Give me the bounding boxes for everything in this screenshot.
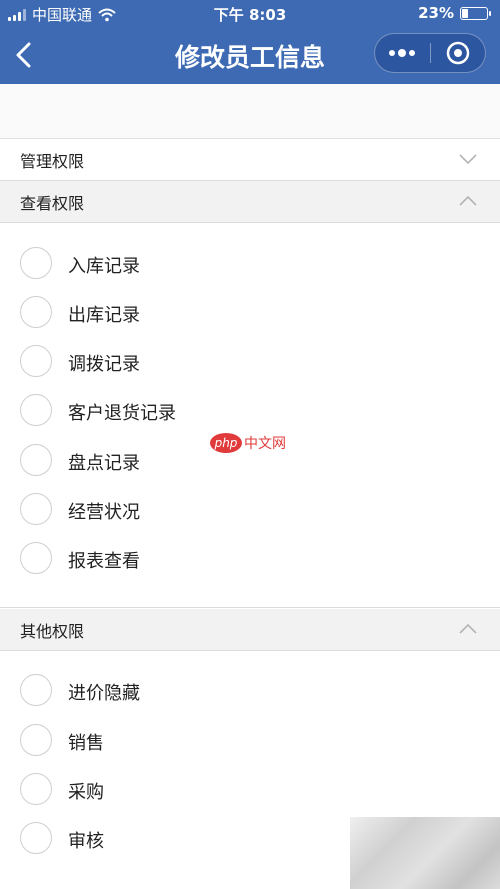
nav-bar: 修改员工信息 [0, 26, 500, 84]
section-title: 管理权限 [20, 151, 85, 171]
target-circle-icon [446, 41, 469, 65]
radio-button[interactable] [20, 773, 52, 805]
option-inbound-records[interactable]: 入库记录 [0, 239, 500, 287]
more-dots-icon [389, 49, 416, 57]
radio-button[interactable] [20, 493, 52, 525]
watermark: php 中文网 [210, 433, 286, 453]
status-right: 23% [418, 4, 491, 22]
option-business-status[interactable]: 经营状况 [0, 485, 500, 533]
watermark-logo: php [210, 433, 242, 453]
option-label: 出库记录 [68, 305, 140, 326]
battery-fill [462, 8, 468, 18]
top-spacer [0, 84, 500, 139]
option-report-view[interactable]: 报表查看 [0, 534, 500, 582]
mini-program-capsule [374, 33, 486, 73]
chevron-down-icon [459, 154, 477, 165]
section-header-view[interactable]: 查看权限 [0, 181, 500, 223]
option-transfer-records[interactable]: 调拨记录 [0, 337, 500, 385]
option-label: 销售 [68, 733, 104, 754]
option-label: 入库记录 [68, 256, 140, 277]
more-button[interactable] [375, 34, 430, 72]
section-header-other[interactable]: 其他权限 [0, 609, 500, 651]
radio-button[interactable] [20, 345, 52, 377]
close-button[interactable] [431, 34, 486, 72]
chevron-up-icon [459, 195, 477, 206]
option-label: 调拨记录 [68, 354, 140, 375]
status-bar: 中国联通 下午 8:03 23% [0, 0, 500, 26]
option-label: 经营状况 [68, 502, 140, 523]
option-purchase[interactable]: 采购 [0, 765, 500, 813]
watermark-text: 中文网 [244, 436, 286, 452]
blurred-corner [350, 817, 500, 889]
option-label: 采购 [68, 782, 104, 803]
battery-percent: 23% [418, 4, 454, 22]
option-label: 报表查看 [68, 551, 140, 572]
option-sales[interactable]: 销售 [0, 716, 500, 764]
radio-button[interactable] [20, 444, 52, 476]
battery-icon [460, 6, 491, 20]
radio-button[interactable] [20, 822, 52, 854]
option-label: 进价隐藏 [68, 683, 140, 704]
radio-button[interactable] [20, 247, 52, 279]
chevron-up-icon [459, 623, 477, 634]
radio-button[interactable] [20, 542, 52, 574]
option-hide-cost-price[interactable]: 进价隐藏 [0, 666, 500, 714]
section-divider [0, 607, 500, 608]
section-title: 查看权限 [20, 193, 85, 213]
option-label: 审核 [68, 831, 104, 852]
radio-button[interactable] [20, 296, 52, 328]
option-label: 盘点记录 [68, 453, 140, 474]
option-outbound-records[interactable]: 出库记录 [0, 288, 500, 336]
section-header-manage[interactable]: 管理权限 [0, 139, 500, 181]
option-label: 客户退货记录 [68, 403, 176, 424]
option-customer-return-records[interactable]: 客户退货记录 [0, 386, 500, 434]
radio-button[interactable] [20, 674, 52, 706]
radio-button[interactable] [20, 394, 52, 426]
section-title: 其他权限 [20, 621, 85, 641]
radio-button[interactable] [20, 724, 52, 756]
